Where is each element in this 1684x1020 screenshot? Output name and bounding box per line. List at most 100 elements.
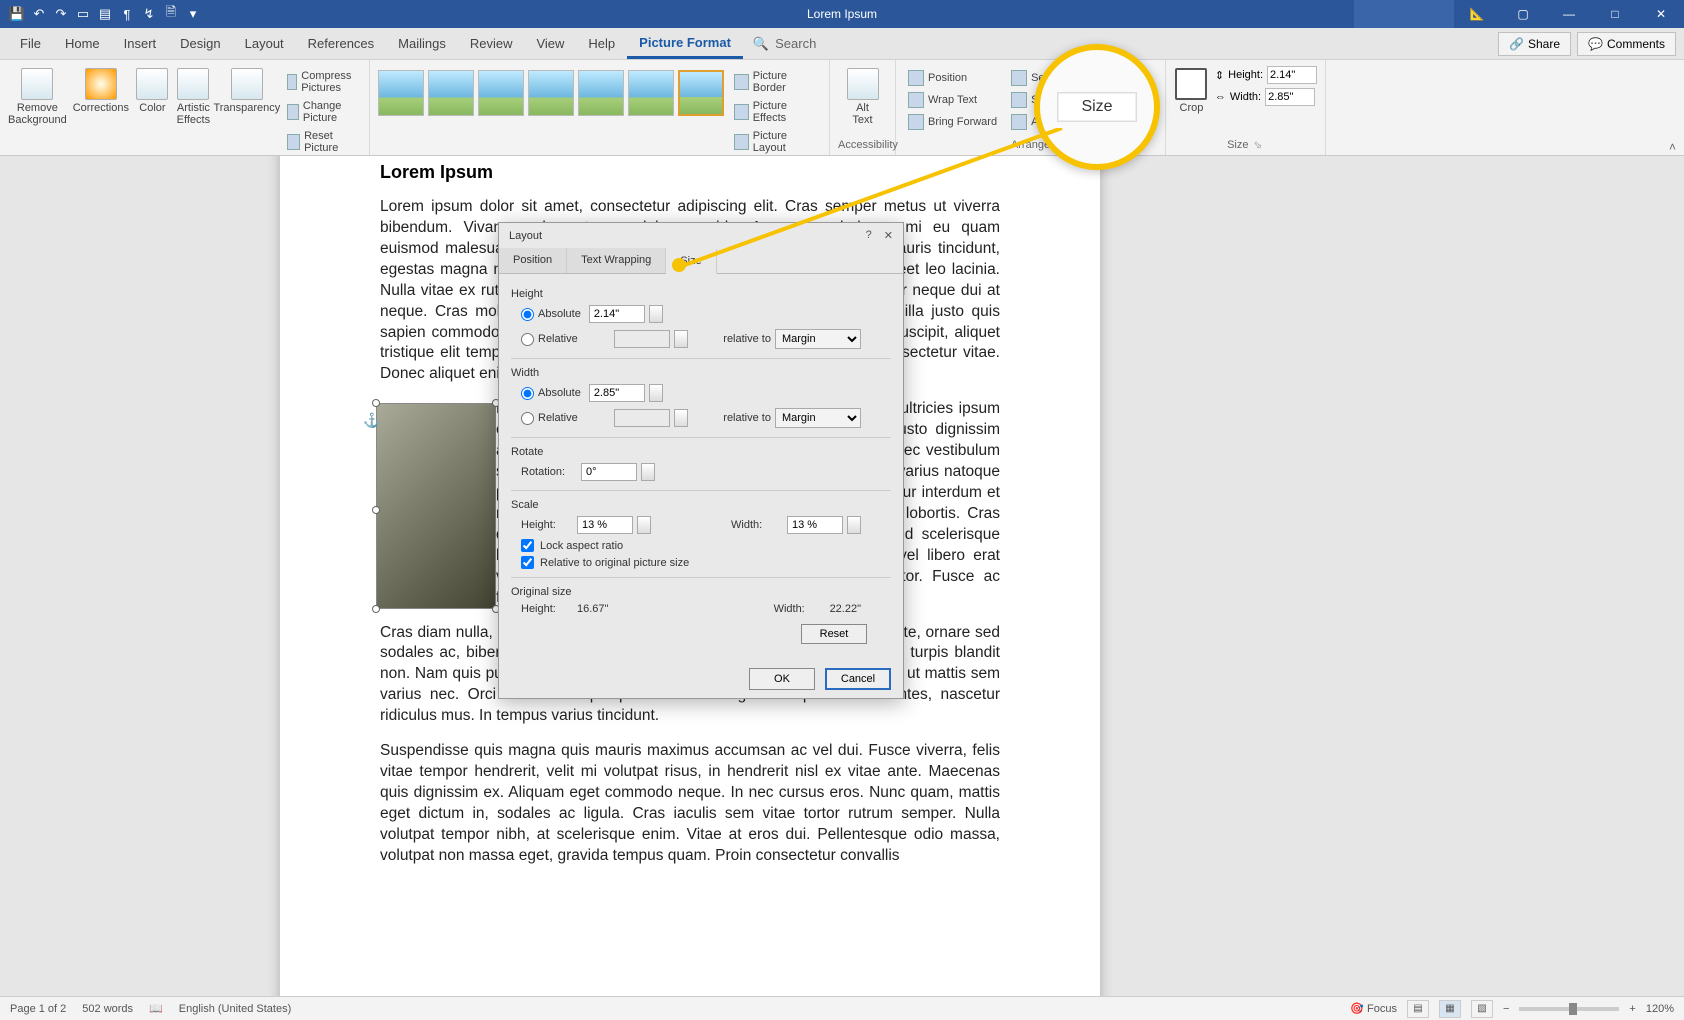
bring-forward-button[interactable]: Bring Forward (904, 112, 1001, 132)
reset-picture-button[interactable]: Reset Picture (283, 128, 361, 156)
color-button[interactable]: Color (135, 64, 170, 114)
zoom-slider[interactable] (1519, 1007, 1619, 1011)
lock-aspect-checkbox[interactable] (521, 539, 534, 552)
corrections-button[interactable]: Corrections (73, 64, 129, 114)
resize-handle[interactable] (372, 605, 380, 613)
tab-view[interactable]: View (524, 30, 576, 57)
style-thumb[interactable] (378, 70, 424, 116)
search-box[interactable]: 🔍 Search (743, 36, 826, 52)
artistic-effects-button[interactable]: Artistic Effects (176, 64, 211, 126)
spinner-icon[interactable] (637, 516, 651, 534)
qat-icon[interactable]: ¶ (118, 5, 136, 23)
width-relative-radio[interactable] (521, 412, 534, 425)
qat-icon[interactable]: ▤ (96, 5, 114, 23)
tab-references[interactable]: References (296, 30, 386, 57)
position-button[interactable]: Position (904, 68, 1001, 88)
window-restore-icon[interactable]: ▢ (1500, 0, 1546, 28)
picture-border-button[interactable]: Picture Border (730, 68, 821, 96)
size-dialog-launcher-icon[interactable]: ⬂ (1252, 140, 1264, 151)
dialog-tab-text-wrapping[interactable]: Text Wrapping (567, 248, 666, 273)
picture-styles-gallery[interactable] (378, 64, 724, 116)
close-icon[interactable]: ✕ (884, 229, 893, 242)
account-area[interactable] (1354, 0, 1454, 28)
language-indicator[interactable]: English (United States) (179, 1003, 292, 1015)
comments-button[interactable]: 💬Comments (1577, 32, 1676, 56)
style-thumb-selected[interactable] (678, 70, 724, 116)
height-input[interactable] (1267, 66, 1317, 84)
tab-review[interactable]: Review (458, 30, 525, 57)
width-relative-to-select[interactable]: Margin (775, 408, 861, 428)
alt-text-button[interactable]: Alt Text (838, 64, 887, 126)
wrap-text-button[interactable]: Wrap Text (904, 90, 1001, 110)
spinner-icon[interactable] (649, 384, 663, 402)
width-input[interactable] (1265, 88, 1315, 106)
web-layout-icon[interactable]: ▧ (1471, 1000, 1493, 1018)
word-count[interactable]: 502 words (82, 1003, 133, 1015)
compress-pictures-button[interactable]: Compress Pictures (283, 68, 361, 96)
qat-more-icon[interactable]: ▾ (184, 5, 202, 23)
spinner-icon[interactable] (641, 463, 655, 481)
resize-handle[interactable] (372, 399, 380, 407)
zoom-level[interactable]: 120% (1646, 1003, 1674, 1015)
spell-check-icon[interactable]: 📖 (149, 1002, 163, 1015)
qat-icon[interactable]: ↯ (140, 5, 158, 23)
tab-layout[interactable]: Layout (233, 30, 296, 57)
tab-insert[interactable]: Insert (112, 30, 169, 57)
height-field[interactable]: ⇕Height: (1215, 66, 1317, 84)
crop-button[interactable]: Crop (1174, 64, 1209, 114)
tab-help[interactable]: Help (576, 30, 627, 57)
style-thumb[interactable] (528, 70, 574, 116)
focus-mode-button[interactable]: 🎯 Focus (1350, 1002, 1397, 1015)
resize-handle[interactable] (372, 506, 380, 514)
minimize-icon[interactable]: — (1546, 0, 1592, 28)
height-absolute-radio[interactable] (521, 308, 534, 321)
tab-mailings[interactable]: Mailings (386, 30, 458, 57)
zoom-out-icon[interactable]: − (1503, 1003, 1509, 1015)
style-thumb[interactable] (578, 70, 624, 116)
spinner-icon[interactable] (847, 516, 861, 534)
spinner-icon[interactable] (674, 330, 688, 348)
width-absolute-radio[interactable] (521, 387, 534, 400)
read-mode-icon[interactable]: ▤ (1407, 1000, 1429, 1018)
spinner-icon[interactable] (649, 305, 663, 323)
undo-icon[interactable]: ↶ (30, 5, 48, 23)
tab-picture-format[interactable]: Picture Format (627, 29, 743, 59)
close-icon[interactable]: ✕ (1638, 0, 1684, 28)
height-relative-to-select[interactable]: Margin (775, 329, 861, 349)
cancel-button[interactable]: Cancel (825, 668, 891, 690)
collapse-ribbon-icon[interactable]: ˄ (1669, 140, 1676, 154)
picture-layout-button[interactable]: Picture Layout (730, 128, 821, 156)
redo-icon[interactable]: ↷ (52, 5, 70, 23)
qat-icon[interactable]: 🗎 (162, 5, 180, 23)
height-relative-radio[interactable] (521, 333, 534, 346)
scale-width-input[interactable] (787, 516, 843, 534)
change-picture-button[interactable]: Change Picture (283, 98, 361, 126)
save-icon[interactable]: 💾 (8, 5, 26, 23)
height-absolute-input[interactable] (589, 305, 645, 323)
picture-effects-button[interactable]: Picture Effects (730, 98, 821, 126)
style-thumb[interactable] (428, 70, 474, 116)
ok-button[interactable]: OK (749, 668, 815, 690)
width-field[interactable]: ⇔Width: (1215, 88, 1317, 106)
spinner-icon[interactable] (674, 409, 688, 427)
scale-height-input[interactable] (577, 516, 633, 534)
print-layout-icon[interactable]: ▦ (1439, 1000, 1461, 1018)
maximize-icon[interactable]: □ (1592, 0, 1638, 28)
qat-icon[interactable]: ▭ (74, 5, 92, 23)
ribbon-display-icon[interactable]: 📐 (1454, 0, 1500, 28)
inline-image[interactable]: ⚓ (376, 403, 496, 609)
dialog-tab-position[interactable]: Position (499, 248, 567, 273)
tab-home[interactable]: Home (53, 30, 112, 57)
share-button[interactable]: 🔗Share (1498, 32, 1571, 56)
style-thumb[interactable] (478, 70, 524, 116)
tab-file[interactable]: File (8, 30, 53, 57)
transparency-button[interactable]: Transparency (217, 64, 277, 114)
page-indicator[interactable]: Page 1 of 2 (10, 1003, 66, 1015)
width-absolute-input[interactable] (589, 384, 645, 402)
rotation-input[interactable] (581, 463, 637, 481)
reset-button[interactable]: Reset (801, 624, 867, 644)
tab-design[interactable]: Design (168, 30, 232, 57)
zoom-in-icon[interactable]: + (1629, 1003, 1635, 1015)
help-icon[interactable]: ? (866, 229, 872, 242)
relative-original-checkbox[interactable] (521, 556, 534, 569)
